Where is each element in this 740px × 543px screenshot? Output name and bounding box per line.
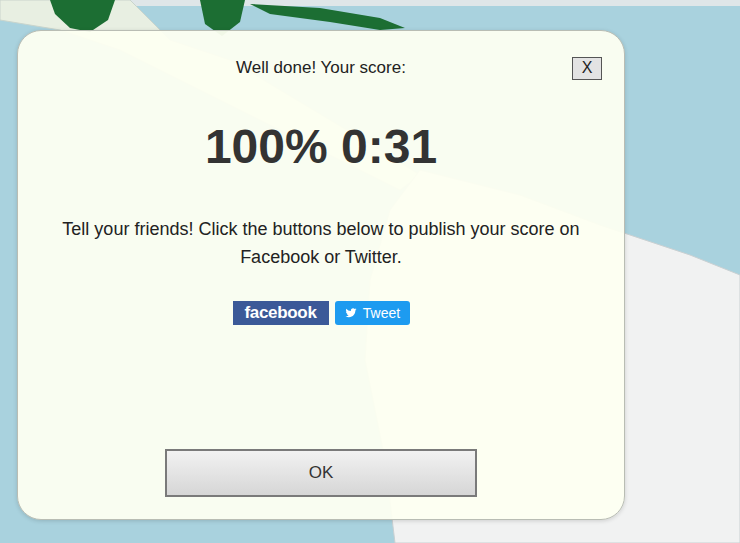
close-button[interactable]: X	[572, 57, 602, 80]
twitter-label: Tweet	[363, 305, 400, 321]
facebook-button[interactable]: facebook	[233, 301, 329, 325]
score-dialog: Well done! Your score: X 100% 0:31 Tell you…	[17, 30, 625, 520]
dialog-header: Well done! Your score: X	[18, 31, 624, 81]
twitter-button[interactable]: Tweet	[335, 301, 410, 325]
share-message: Tell your friends! Click the buttons bel…	[34, 215, 609, 271]
share-buttons: facebook Tweet	[233, 301, 410, 325]
dialog-heading: Well done! Your score:	[236, 55, 406, 81]
dialog-footer: OK	[165, 449, 477, 497]
bird-icon	[344, 307, 358, 319]
ok-button[interactable]: OK	[165, 449, 477, 497]
score-text: 100% 0:31	[205, 119, 437, 175]
facebook-label: facebook	[244, 303, 316, 323]
quiz-screen: Well done! Your score: X 100% 0:31 Tell you…	[0, 0, 740, 543]
